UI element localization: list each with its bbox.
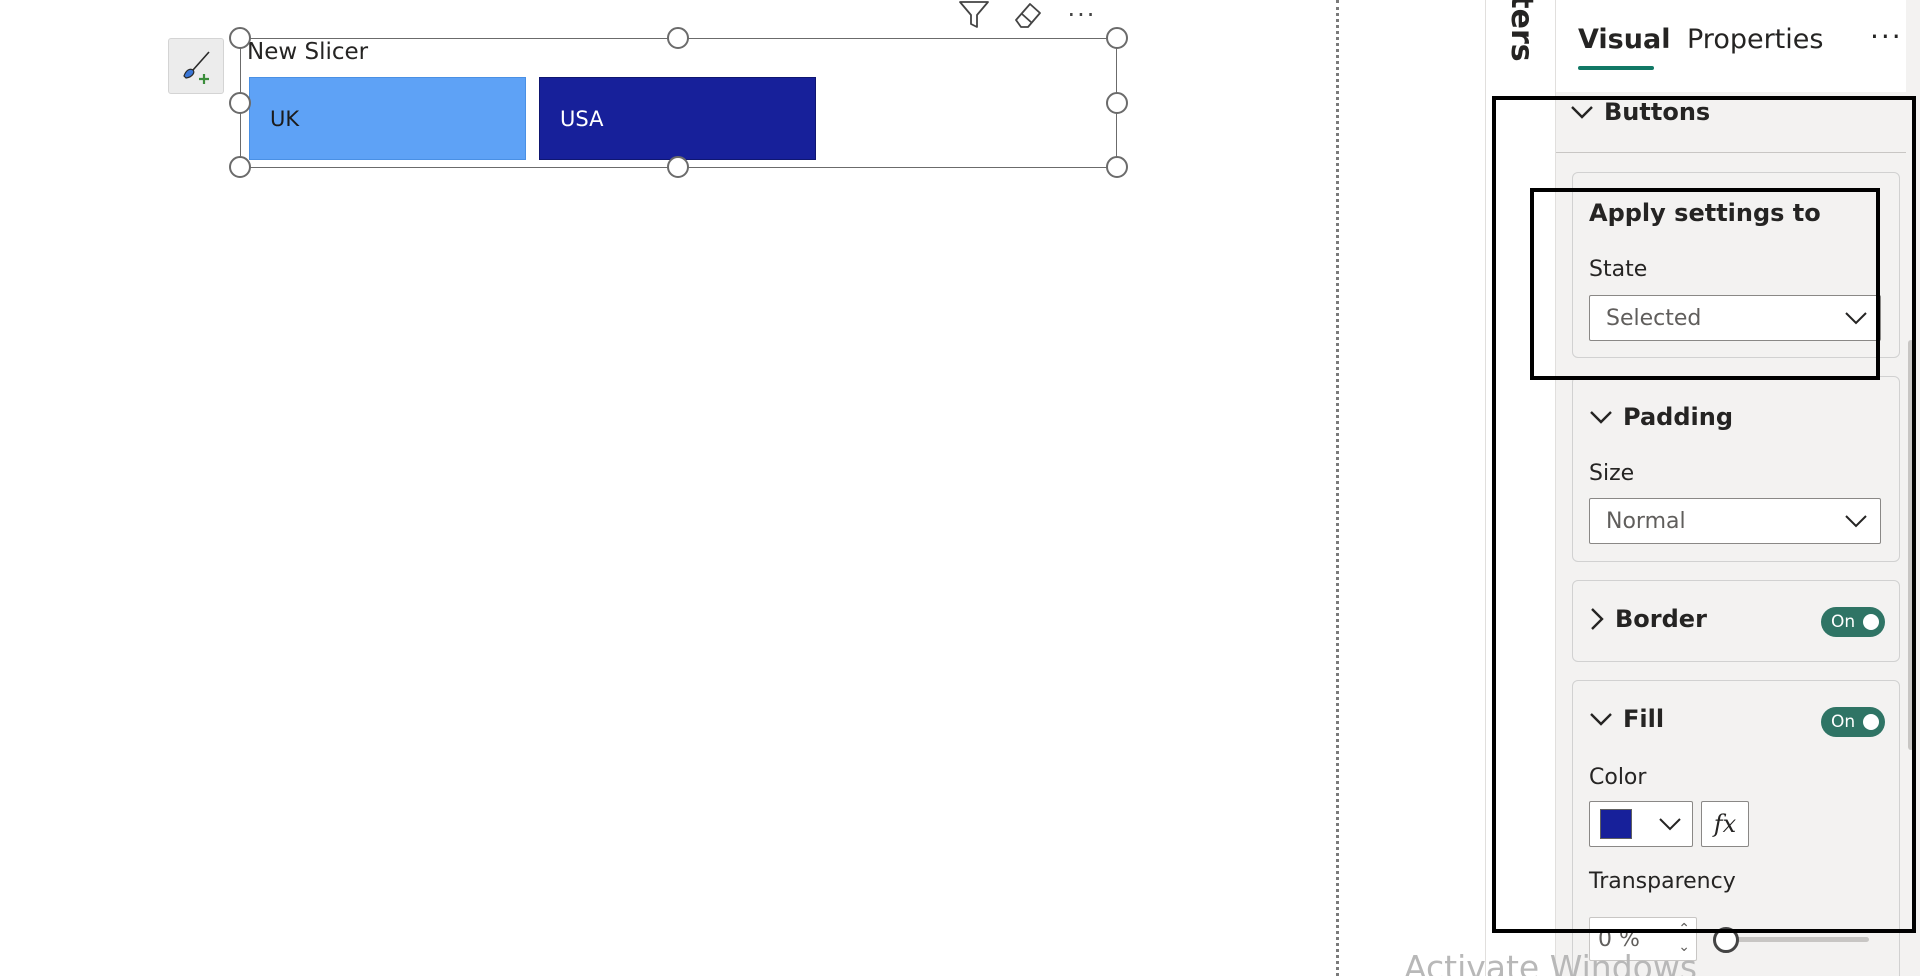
active-tab-indicator <box>1578 66 1654 70</box>
report-editor: ··· New Slicer UK USA lters Visual Prope… <box>0 0 1920 976</box>
eraser-icon[interactable] <box>1012 0 1044 30</box>
resize-handle-bottom-left[interactable] <box>229 156 251 178</box>
transparency-slider-track[interactable] <box>1721 937 1869 942</box>
format-paintbrush-icon <box>183 51 210 84</box>
report-canvas[interactable]: ··· New Slicer UK USA <box>0 0 1336 976</box>
resize-handle-bottom[interactable] <box>667 156 689 178</box>
resize-handle-top-left[interactable] <box>229 27 251 49</box>
activate-windows-watermark: Activate Windows <box>1404 948 1698 976</box>
annotation-box-apply-settings <box>1530 188 1880 380</box>
slicer-button-usa[interactable]: USA <box>539 77 816 160</box>
format-pane-tabs: Visual Properties ··· <box>1556 0 1920 92</box>
visual-header: ··· <box>958 0 1098 30</box>
page-boundary-divider <box>1336 0 1339 976</box>
resize-handle-left[interactable] <box>229 92 251 114</box>
tab-properties[interactable]: Properties <box>1687 24 1823 55</box>
filter-icon[interactable] <box>958 0 990 30</box>
pane-more-options-icon[interactable]: ··· <box>1870 20 1903 53</box>
resize-handle-right[interactable] <box>1106 92 1128 114</box>
tab-visual[interactable]: Visual <box>1578 24 1670 55</box>
slicer-button-label: UK <box>270 106 300 131</box>
resize-handle-top-right[interactable] <box>1106 27 1128 49</box>
format-visual-button[interactable] <box>168 38 224 94</box>
resize-handle-bottom-right[interactable] <box>1106 156 1128 178</box>
resize-handle-top[interactable] <box>667 27 689 49</box>
slicer-button-label: USA <box>560 106 604 131</box>
filters-pane-label[interactable]: lters <box>1504 0 1539 62</box>
slicer-button-uk[interactable]: UK <box>249 77 526 160</box>
new-slicer-visual[interactable]: New Slicer UK USA <box>240 38 1117 168</box>
more-options-icon[interactable]: ··· <box>1066 0 1098 30</box>
slicer-title: New Slicer <box>247 39 369 65</box>
